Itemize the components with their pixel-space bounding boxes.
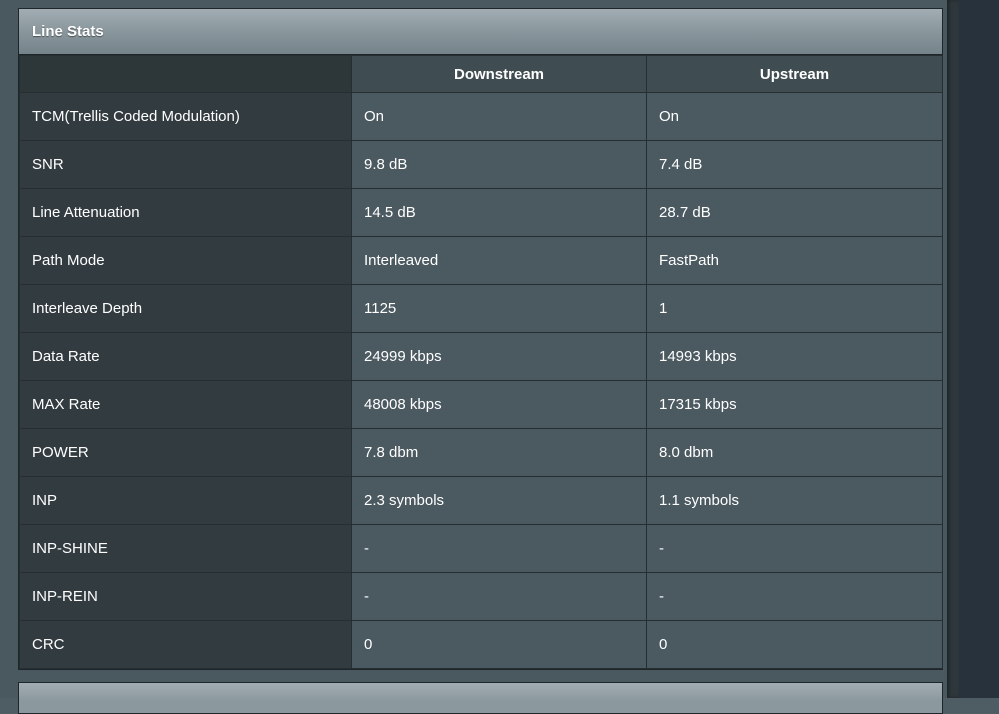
- downstream-value: 48008 kbps: [351, 380, 647, 429]
- table-row: INP-REIN - -: [19, 572, 943, 621]
- downstream-value: Interleaved: [351, 236, 647, 285]
- table-row: INP-SHINE - -: [19, 524, 943, 573]
- downstream-value: 2.3 symbols: [351, 476, 647, 525]
- table-row: Path Mode Interleaved FastPath: [19, 236, 943, 285]
- row-label: Data Rate: [19, 332, 352, 381]
- upstream-value: 17315 kbps: [646, 380, 943, 429]
- upstream-value: 1: [646, 284, 943, 333]
- row-label: Interleave Depth: [19, 284, 352, 333]
- upstream-value: 28.7 dB: [646, 188, 943, 237]
- content-frame-edge: [947, 0, 959, 698]
- row-label: Path Mode: [19, 236, 352, 285]
- row-label: INP: [19, 476, 352, 525]
- table-row: Data Rate 24999 kbps 14993 kbps: [19, 332, 943, 381]
- downstream-value: 14.5 dB: [351, 188, 647, 237]
- upstream-value: -: [646, 572, 943, 621]
- row-label: CRC: [19, 620, 352, 669]
- upstream-value: On: [646, 92, 943, 141]
- table-row: POWER 7.8 dbm 8.0 dbm: [19, 428, 943, 477]
- upstream-value: FastPath: [646, 236, 943, 285]
- row-label: Line Attenuation: [19, 188, 352, 237]
- table-row: SNR 9.8 dB 7.4 dB: [19, 140, 943, 189]
- upstream-value: 1.1 symbols: [646, 476, 943, 525]
- column-header-downstream: Downstream: [351, 55, 647, 93]
- table-row: CRC 0 0: [19, 620, 943, 669]
- table-row: MAX Rate 48008 kbps 17315 kbps: [19, 380, 943, 429]
- row-label: TCM(Trellis Coded Modulation): [19, 92, 352, 141]
- table-row: Line Attenuation 14.5 dB 28.7 dB: [19, 188, 943, 237]
- table-row: TCM(Trellis Coded Modulation) On On: [19, 92, 943, 141]
- downstream-value: 0: [351, 620, 647, 669]
- next-panel-header: [18, 682, 943, 714]
- row-label: INP-REIN: [19, 572, 352, 621]
- panel-title: Line Stats: [19, 9, 942, 55]
- upstream-value: 7.4 dB: [646, 140, 943, 189]
- upstream-value: -: [646, 524, 943, 573]
- line-stats-table: Downstream Upstream TCM(Trellis Coded Mo…: [19, 55, 943, 669]
- downstream-value: 7.8 dbm: [351, 428, 647, 477]
- downstream-value: 1125: [351, 284, 647, 333]
- downstream-value: 9.8 dB: [351, 140, 647, 189]
- upstream-value: 14993 kbps: [646, 332, 943, 381]
- row-label: SNR: [19, 140, 352, 189]
- row-label: INP-SHINE: [19, 524, 352, 573]
- table-header-row: Downstream Upstream: [19, 55, 943, 93]
- downstream-value: -: [351, 524, 647, 573]
- downstream-value: 24999 kbps: [351, 332, 647, 381]
- row-label: POWER: [19, 428, 352, 477]
- line-stats-panel: Line Stats Downstream Upstream TCM(Trell…: [18, 8, 943, 670]
- upstream-value: 0: [646, 620, 943, 669]
- header-corner-cell: [19, 55, 352, 93]
- downstream-value: -: [351, 572, 647, 621]
- column-header-upstream: Upstream: [646, 55, 943, 93]
- right-gutter: [959, 0, 999, 698]
- table-row: INP 2.3 symbols 1.1 symbols: [19, 476, 943, 525]
- upstream-value: 8.0 dbm: [646, 428, 943, 477]
- downstream-value: On: [351, 92, 647, 141]
- table-row: Interleave Depth 1125 1: [19, 284, 943, 333]
- row-label: MAX Rate: [19, 380, 352, 429]
